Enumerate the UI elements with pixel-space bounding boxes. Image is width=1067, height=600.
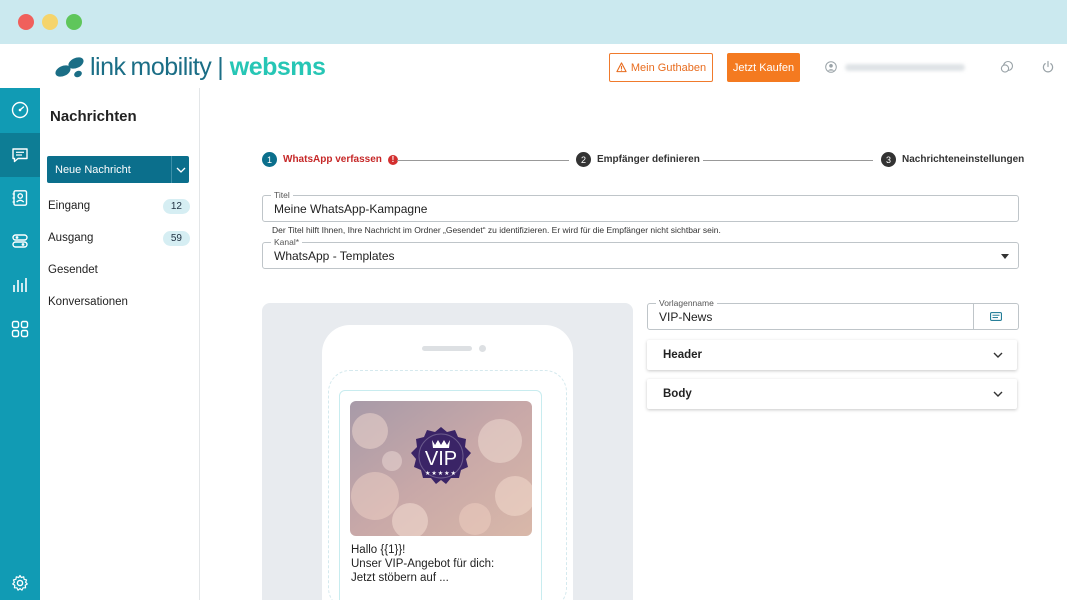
header-image: VIP ★★★★★ <box>350 401 532 536</box>
step-label: WhatsApp verfassen <box>283 154 382 165</box>
header-accordion-title: Header <box>663 349 702 361</box>
step-nachrichteneinstellungen[interactable]: 3 Nachrichteneinstellungen <box>881 152 1024 167</box>
rail-reports[interactable] <box>0 263 40 307</box>
message-line: Unser VIP-Angebot für dich: <box>351 558 495 570</box>
logo-text-mobility: mobility <box>130 52 212 81</box>
buy-now-label: Jetzt Kaufen <box>732 61 795 74</box>
template-list-icon <box>989 312 1002 321</box>
sidebar-item-label: Gesendet <box>48 264 98 276</box>
header-accordion[interactable]: Header <box>647 340 1017 370</box>
rail-messages[interactable] <box>0 133 40 177</box>
window-minimize-button[interactable] <box>42 14 58 30</box>
caret-down-icon <box>1001 254 1009 259</box>
sidebar-item-label: Eingang <box>48 200 91 212</box>
message-line: Hallo {{1}}! <box>351 544 406 556</box>
logo-text-websms: websms <box>229 52 326 81</box>
window-maximize-button[interactable] <box>66 14 82 30</box>
new-message-button[interactable]: Neue Nachricht <box>47 156 189 183</box>
step-number: 3 <box>881 152 896 167</box>
rail-automation[interactable] <box>0 219 40 263</box>
step-number: 1 <box>262 152 277 167</box>
step-label: Empfänger definieren <box>597 154 700 165</box>
power-icon[interactable] <box>1041 60 1055 74</box>
count-badge: 59 <box>162 230 190 246</box>
phone-speaker <box>422 346 472 351</box>
user-name-redacted <box>845 64 965 71</box>
sidebar-item-gesendet[interactable]: Gesendet <box>48 260 190 280</box>
messages-sidebar: Nachrichten Neue Nachricht Eingang 12 Au… <box>40 88 200 600</box>
sidebar-item-konversationen[interactable]: Konversationen <box>48 292 190 312</box>
step-label: Nachrichteneinstellungen <box>902 154 1025 165</box>
message-line: Jetzt stöbern auf ... <box>351 572 449 584</box>
template-picker-button[interactable] <box>973 303 1019 330</box>
logo-mark-icon <box>55 57 84 78</box>
logo[interactable]: link mobility | websms <box>54 52 326 82</box>
sidebar-item-label: Konversationen <box>48 296 128 308</box>
step-connector <box>703 160 873 161</box>
phone-camera <box>479 345 486 352</box>
vip-badge-image: VIP ★★★★★ <box>350 401 532 536</box>
new-message-dropdown[interactable] <box>171 156 189 183</box>
messages-icon <box>12 148 28 163</box>
warning-icon <box>616 62 627 73</box>
window-close-button[interactable] <box>18 14 34 30</box>
step-number: 2 <box>576 152 591 167</box>
user-icon[interactable] <box>825 61 837 73</box>
wizard-stepper: 1 WhatsApp verfassen ! 2 Empfänger defin… <box>262 152 1024 170</box>
title-hint: Der Titel hilft Ihnen, Ihre Nachricht im… <box>272 225 721 235</box>
sidebar-item-label: Ausgang <box>48 232 94 244</box>
automation-icon <box>12 234 28 248</box>
main-content: 1 WhatsApp verfassen ! 2 Empfänger defin… <box>201 88 1067 600</box>
channel-select[interactable]: Kanal* WhatsApp - Templates <box>262 237 1019 269</box>
credit-button-label: Mein Guthaben <box>630 61 707 74</box>
window-titlebar <box>0 0 1067 44</box>
apps-icon <box>11 320 29 338</box>
dashboard-icon <box>11 101 29 119</box>
credit-button[interactable]: Mein Guthaben <box>609 53 713 82</box>
logo-text-link: link <box>90 52 126 81</box>
vip-badge-text: VIP <box>425 448 457 470</box>
chat-icon[interactable] <box>1000 60 1014 74</box>
vip-badge-stars: ★★★★★ <box>425 470 457 477</box>
channel-select-label: Kanal* <box>271 237 303 247</box>
new-message-label: Neue Nachricht <box>55 163 131 176</box>
body-accordion-title: Body <box>663 388 692 400</box>
title-field-value: Meine WhatsApp-Kampagne <box>274 202 428 216</box>
sidebar-title: Nachrichten <box>50 108 137 125</box>
settings-icon <box>12 574 28 591</box>
step-connector <box>397 160 569 161</box>
nav-rail <box>0 88 40 600</box>
title-field[interactable]: Titel Meine WhatsApp-Kampagne <box>262 190 1019 222</box>
count-badge: 12 <box>162 198 190 214</box>
rail-apps[interactable] <box>0 307 40 351</box>
step-empfaenger-definieren[interactable]: 2 Empfänger definieren <box>576 152 700 167</box>
template-name-label: Vorlagenname <box>656 298 717 308</box>
message-body-text: Hallo {{1}}! Unser VIP-Angebot für dich:… <box>351 543 494 585</box>
title-field-label: Titel <box>271 190 293 200</box>
phone-mockup: VIP ★★★★★ Hallo {{1}}! Unser VIP-Angebot… <box>322 325 573 600</box>
logo-separator: | <box>217 52 224 81</box>
message-bubble: VIP ★★★★★ Hallo {{1}}! Unser VIP-Angebot… <box>339 390 542 600</box>
buy-now-button[interactable]: Jetzt Kaufen <box>727 53 800 82</box>
template-name-field[interactable]: Vorlagenname VIP-News <box>647 298 974 330</box>
channel-select-value: WhatsApp - Templates <box>274 249 395 263</box>
chevron-down-icon <box>993 352 1003 358</box>
rail-settings[interactable] <box>0 561 40 600</box>
app-header: link mobility | websms Mein Guthaben Jet… <box>0 44 1067 88</box>
contacts-icon <box>12 190 28 206</box>
chevron-down-icon <box>176 167 185 173</box>
step-whatsapp-verfassen[interactable]: 1 WhatsApp verfassen ! <box>262 152 398 167</box>
rail-contacts[interactable] <box>0 176 40 220</box>
template-name-value: VIP-News <box>659 310 713 324</box>
sidebar-item-eingang[interactable]: Eingang 12 <box>48 196 190 216</box>
rail-dashboard[interactable] <box>0 88 40 132</box>
sidebar-item-ausgang[interactable]: Ausgang 59 <box>48 228 190 248</box>
reports-icon <box>13 278 27 292</box>
chevron-down-icon <box>993 391 1003 397</box>
body-accordion[interactable]: Body <box>647 379 1017 409</box>
